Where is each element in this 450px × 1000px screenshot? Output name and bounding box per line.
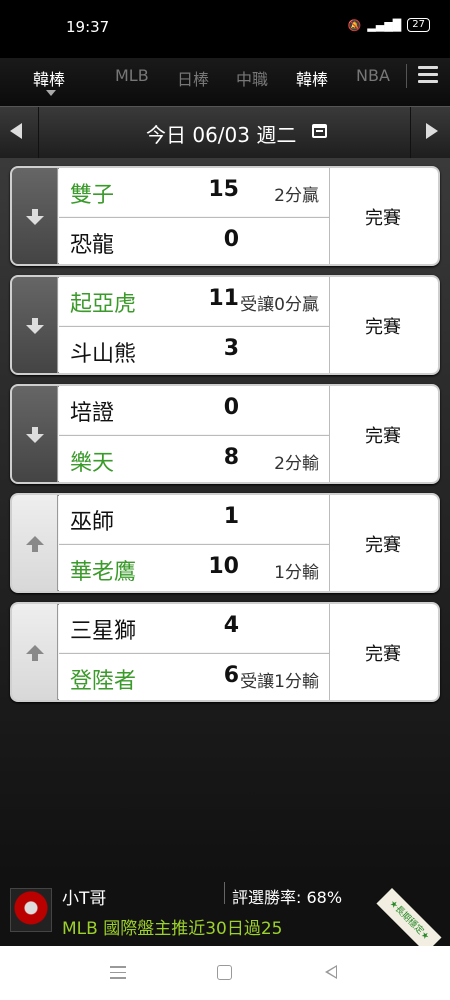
team-score: 1 xyxy=(223,504,239,529)
game-status-cell: 完賽 xyxy=(329,495,438,591)
game-status-cell: 完賽 xyxy=(329,386,438,482)
date-label: 今日 06/03 週二 xyxy=(146,123,297,147)
team-score: 0 xyxy=(223,395,239,420)
back-icon[interactable] xyxy=(325,965,337,979)
away-team-row: 巫師 1 xyxy=(59,495,329,543)
expand-toggle[interactable] xyxy=(12,168,58,264)
game-status: 完賽 xyxy=(365,317,401,338)
date-nav: 今日 06/03 週二 xyxy=(0,106,450,159)
team-name: 雙子 xyxy=(70,183,115,208)
team-name: 三星獅 xyxy=(70,619,137,644)
expert-pick: MLB 國際盤主推近30日過25 xyxy=(62,919,283,939)
game-status-cell: 完賽 xyxy=(329,604,438,700)
home-icon[interactable] xyxy=(217,965,232,980)
away-team-row: 三星獅 4 xyxy=(59,604,329,652)
team-score: 10 xyxy=(208,554,239,579)
tab-cpbl[interactable]: 中職 xyxy=(236,66,268,90)
expert-name: 小T哥 xyxy=(62,889,107,909)
game-status-cell: 完賽 xyxy=(329,168,438,264)
game-status: 完賽 xyxy=(365,426,401,447)
bet-result: 2分輸 xyxy=(274,454,319,474)
bet-result: 2分贏 xyxy=(274,186,319,206)
game-status: 完賽 xyxy=(365,208,401,229)
status-icons: 🔕 ▂▄▆█ 27 xyxy=(348,18,430,32)
arrow-down-icon xyxy=(26,318,44,334)
game-card[interactable]: 三星獅 4 登陸者 6 受讓1分輸 完賽 xyxy=(10,602,440,702)
tab-npb[interactable]: 日棒 xyxy=(177,66,209,90)
team-name: 登陸者 xyxy=(70,669,137,694)
next-date-icon[interactable] xyxy=(426,123,438,139)
team-score: 11 xyxy=(208,286,239,311)
home-team-row: 登陸者 6 受讓1分輸 xyxy=(59,653,329,700)
home-team-row: 斗山熊 3 xyxy=(59,326,329,373)
bet-result: 受讓1分輸 xyxy=(240,672,319,692)
team-score: 6 xyxy=(223,663,239,688)
calendar-icon[interactable] xyxy=(312,124,327,138)
avatar xyxy=(10,888,52,932)
hamburger-menu-icon[interactable] xyxy=(418,66,438,84)
team-name: 恐龍 xyxy=(70,233,115,258)
recent-apps-icon[interactable] xyxy=(110,966,126,983)
away-team-row: 培證 0 xyxy=(59,386,329,434)
game-status-cell: 完賽 xyxy=(329,277,438,373)
prev-date-icon[interactable] xyxy=(10,123,22,139)
expand-toggle[interactable] xyxy=(12,495,58,591)
expert-win-rate: 評選勝率: 68% xyxy=(232,888,343,907)
expand-toggle[interactable] xyxy=(12,386,58,482)
game-status: 完賽 xyxy=(365,535,401,556)
team-score: 4 xyxy=(223,613,239,638)
active-tab-caret-icon xyxy=(46,90,56,96)
game-status: 完賽 xyxy=(365,644,401,665)
game-card[interactable]: 巫師 1 華老鷹 10 1分輸 完賽 xyxy=(10,493,440,593)
tab-nba[interactable]: NBA xyxy=(356,66,390,85)
nav-separator xyxy=(38,107,39,159)
arrow-up-icon xyxy=(26,645,44,661)
home-team-row: 華老鷹 10 1分輸 xyxy=(59,544,329,591)
arrow-down-icon xyxy=(26,209,44,225)
tab-mlb[interactable]: MLB xyxy=(115,66,149,85)
banner-divider xyxy=(224,882,225,904)
team-name: 起亞虎 xyxy=(70,292,137,317)
team-name: 培證 xyxy=(70,401,115,426)
tab-divider xyxy=(406,64,407,88)
status-time: 19:37 xyxy=(66,18,110,36)
status-bar: 19:37 🔕 ▂▄▆█ 27 xyxy=(0,0,450,58)
team-name: 斗山熊 xyxy=(70,342,137,367)
battery-icon: 27 xyxy=(407,18,430,32)
game-card[interactable]: 起亞虎 11 受讓0分贏斗山熊 3 完賽 xyxy=(10,275,440,375)
bet-result: 受讓0分贏 xyxy=(240,295,319,315)
signal-icon: ▂▄▆█ xyxy=(367,18,402,32)
team-score: 0 xyxy=(223,227,239,252)
team-score: 8 xyxy=(223,445,239,470)
arrow-down-icon xyxy=(26,427,44,443)
tab-kbo[interactable]: 韓棒 xyxy=(33,66,65,90)
tab-kbo-2[interactable]: 韓棒 xyxy=(296,66,328,90)
mute-icon: 🔕 xyxy=(347,18,362,32)
arrow-up-icon xyxy=(26,536,44,552)
game-card[interactable]: 培證 0 樂天 8 2分輸 完賽 xyxy=(10,384,440,484)
expand-toggle[interactable] xyxy=(12,604,58,700)
game-card[interactable]: 雙子 15 2分贏恐龍 0 完賽 xyxy=(10,166,440,266)
system-nav-bar xyxy=(0,946,450,1000)
bet-result: 1分輸 xyxy=(274,563,319,583)
away-team-row: 雙子 15 2分贏 xyxy=(59,168,329,216)
home-team-row: 樂天 8 2分輸 xyxy=(59,435,329,482)
expand-toggle[interactable] xyxy=(12,277,58,373)
home-team-row: 恐龍 0 xyxy=(59,217,329,264)
team-name: 巫師 xyxy=(70,510,115,535)
games-list: 雙子 15 2分贏 恐龍 0 完賽 起亞虎 11 受讓0分贏 斗山熊 3 完賽 培證 0 樂天 8 2分輸 完賽巫… xyxy=(0,158,450,874)
nav-separator xyxy=(410,107,411,159)
league-tabs: 韓棒 MLB 日棒 中職 韓棒 NBA xyxy=(0,58,450,106)
team-score: 3 xyxy=(223,336,239,361)
team-name: 樂天 xyxy=(70,451,115,476)
team-name: 華老鷹 xyxy=(70,560,137,585)
away-team-row: 起亞虎 11 受讓0分贏 xyxy=(59,277,329,325)
team-score: 15 xyxy=(208,177,239,202)
